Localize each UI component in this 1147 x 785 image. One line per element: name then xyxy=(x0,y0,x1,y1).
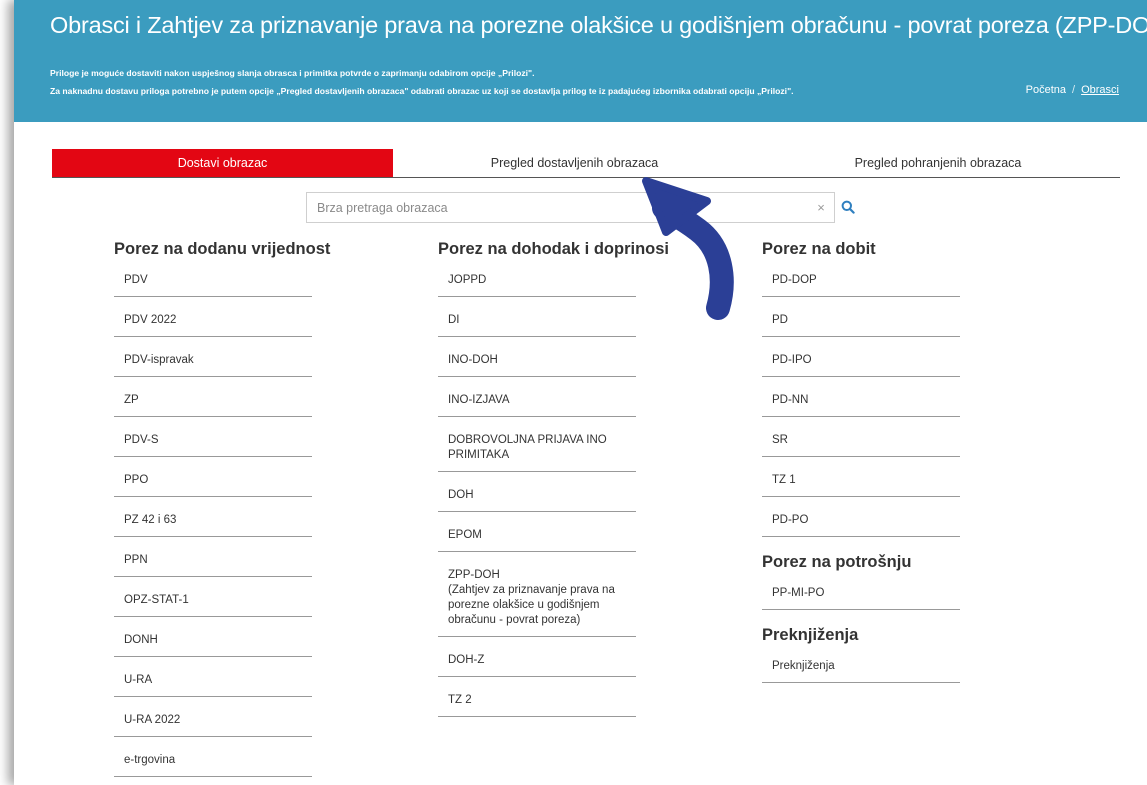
breadcrumb: Početna / Obrasci xyxy=(1026,84,1119,96)
column-other-taxes: Porez na dobit PD-DOP PD PD-IPO PD-NN SR… xyxy=(762,240,960,699)
form-link[interactable]: DI xyxy=(438,313,636,337)
form-link[interactable]: U-RA 2022 xyxy=(114,713,312,737)
form-list-rebookings: Preknjiženja xyxy=(762,659,960,683)
breadcrumb-separator: / xyxy=(1072,84,1076,96)
attachments-note: Priloge je moguće dostaviti nakon uspješ… xyxy=(50,68,535,78)
form-tabs: Dostavi obrazac Pregled dostavljenih obr… xyxy=(52,149,1120,178)
later-attachments-note: Za naknadnu dostavu priloga potrebno je … xyxy=(50,86,794,96)
form-link[interactable]: PDV xyxy=(114,273,312,297)
form-list-profit-tax: PD-DOP PD PD-IPO PD-NN SR TZ 1 PD-PO xyxy=(762,273,960,537)
form-link[interactable]: U-RA xyxy=(114,673,312,697)
form-link[interactable]: PD-IPO xyxy=(762,353,960,377)
form-link[interactable]: PDV-ispravak xyxy=(114,353,312,377)
breadcrumb-home-link[interactable]: Početna xyxy=(1026,84,1066,96)
form-link[interactable]: PD-PO xyxy=(762,513,960,537)
form-link[interactable]: INO-DOH xyxy=(438,353,636,377)
form-link[interactable]: PD xyxy=(762,313,960,337)
form-link[interactable]: e-trgovina xyxy=(114,753,312,777)
clear-icon[interactable]: × xyxy=(808,200,834,215)
form-list-income-tax: JOPPD DI INO-DOH INO-IZJAVA DOBROVOLJNA … xyxy=(438,273,669,717)
form-link-zpp-doh[interactable]: ZPP-DOH (Zahtjev za priznavanje prava na… xyxy=(438,568,636,637)
form-link[interactable]: PD-NN xyxy=(762,393,960,417)
column-vat: Porez na dodanu vrijednost PDV PDV 2022 … xyxy=(114,240,330,785)
form-link[interactable]: PPO xyxy=(114,473,312,497)
form-link[interactable]: TZ 2 xyxy=(438,693,636,717)
search-box: × xyxy=(306,192,835,223)
section-title-rebookings: Preknjiženja xyxy=(762,626,859,644)
breadcrumb-current-link[interactable]: Obrasci xyxy=(1081,84,1119,96)
tab-submitted-forms[interactable]: Pregled dostavljenih obrazaca xyxy=(393,149,756,177)
section-title-profit-tax: Porez na dobit xyxy=(762,240,876,258)
form-link[interactable]: PZ 42 i 63 xyxy=(114,513,312,537)
search-button[interactable] xyxy=(837,194,859,220)
page-title: Obrasci i Zahtjev za priznavanje prava n… xyxy=(50,12,1147,38)
form-link[interactable]: INO-IZJAVA xyxy=(438,393,636,417)
form-link[interactable]: DOH-Z xyxy=(438,653,636,677)
section-title-consumption-tax: Porez na potrošnju xyxy=(762,553,912,571)
column-income-tax: Porez na dohodak i doprinosi JOPPD DI IN… xyxy=(438,240,669,733)
form-link[interactable]: PDV-S xyxy=(114,433,312,457)
form-link[interactable]: SR xyxy=(762,433,960,457)
form-link[interactable]: PD-DOP xyxy=(762,273,960,297)
form-link[interactable]: ZP xyxy=(114,393,312,417)
tab-saved-forms[interactable]: Pregled pohranjenih obrazaca xyxy=(756,149,1120,177)
page-header: Obrasci i Zahtjev za priznavanje prava n… xyxy=(14,0,1147,122)
form-link[interactable]: PDV 2022 xyxy=(114,313,312,337)
form-link[interactable]: JOPPD xyxy=(438,273,636,297)
form-link[interactable]: PP-MI-PO xyxy=(762,586,960,610)
form-link[interactable]: Preknjiženja xyxy=(762,659,960,683)
form-link[interactable]: TZ 1 xyxy=(762,473,960,497)
section-title-vat: Porez na dodanu vrijednost xyxy=(114,240,331,258)
section-title-income-tax: Porez na dohodak i doprinosi xyxy=(438,240,670,258)
form-link[interactable]: DONH xyxy=(114,633,312,657)
form-link[interactable]: EPOM xyxy=(438,528,636,552)
form-list-vat: PDV PDV 2022 PDV-ispravak ZP PDV-S PPO P… xyxy=(114,273,330,777)
form-link[interactable]: PPN xyxy=(114,553,312,577)
form-list-consumption-tax: PP-MI-PO xyxy=(762,586,960,610)
form-link[interactable]: DOH xyxy=(438,488,636,512)
search-input[interactable] xyxy=(307,193,808,222)
form-link[interactable]: OPZ-STAT-1 xyxy=(114,593,312,617)
page-frame: Obrasci i Zahtjev za priznavanje prava n… xyxy=(14,0,1147,785)
search-icon xyxy=(841,200,855,214)
form-link[interactable]: DOBROVOLJNA PRIJAVA INO PRIMITAKA xyxy=(438,433,636,472)
tab-submit-form[interactable]: Dostavi obrazac xyxy=(52,149,393,177)
